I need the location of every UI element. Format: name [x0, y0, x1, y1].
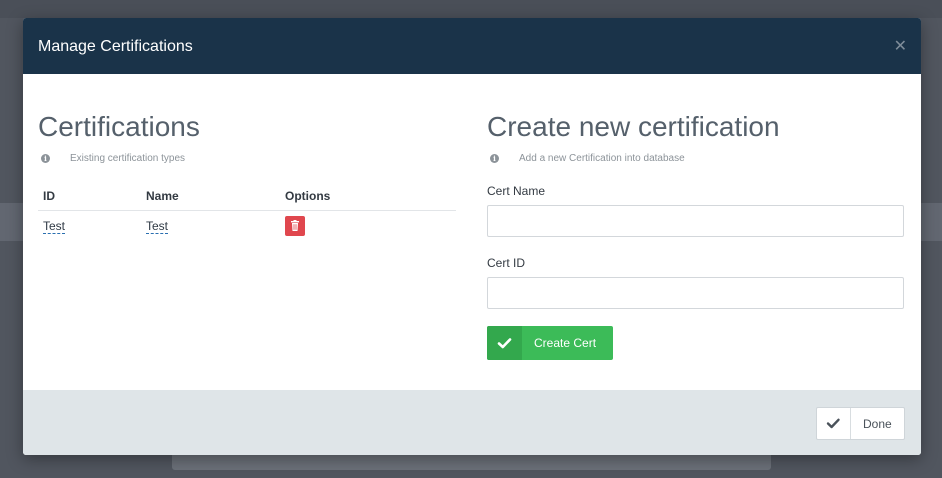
create-subtitle: Add a new Certification into database: [519, 153, 685, 164]
manage-certifications-modal: Manage Certifications ✕ Certifications i…: [23, 18, 921, 455]
trash-icon: [291, 220, 299, 231]
backdrop-panel: [172, 455, 771, 470]
check-icon: [826, 418, 840, 429]
done-label: Done: [863, 417, 892, 431]
create-certification-title: Create new certification: [487, 111, 780, 142]
cert-id-editable[interactable]: Test: [43, 219, 66, 234]
backdrop: [0, 0, 942, 18]
cert-id-input[interactable]: [487, 277, 904, 309]
check-icon: [497, 338, 512, 349]
cert-name-input[interactable]: [487, 205, 904, 237]
certifications-subtitle: Existing certification types: [70, 153, 186, 164]
backdrop-row-right: [921, 203, 942, 241]
certifications-panel: Certifications i Existing certification …: [38, 74, 456, 390]
modal-body: Certifications i Existing certification …: [23, 74, 921, 390]
modal-title: Manage Certifications: [38, 38, 193, 55]
done-icon-box: [817, 408, 851, 439]
create-cert-label: Create Cert: [534, 336, 597, 350]
create-certification-panel: Create new certification i Add a new Cer…: [487, 74, 906, 390]
create-cert-icon-box: [487, 326, 522, 360]
column-header-id: ID: [43, 189, 55, 203]
delete-cert-button[interactable]: [285, 216, 305, 236]
info-icon: i: [490, 154, 499, 163]
column-header-name: Name: [146, 189, 179, 203]
cert-name-label: Cert Name: [487, 184, 546, 198]
create-cert-button[interactable]: Create Cert: [487, 326, 613, 360]
table-row: Test Test: [38, 211, 456, 243]
info-icon: i: [41, 154, 50, 163]
close-icon[interactable]: ✕: [894, 37, 907, 57]
done-button[interactable]: Done: [816, 407, 905, 440]
modal-footer: Done: [23, 390, 921, 455]
cert-name-editable[interactable]: Test: [146, 219, 169, 234]
column-header-options: Options: [285, 189, 331, 203]
table-header: ID Name Options: [38, 183, 456, 211]
cert-id-label: Cert ID: [487, 256, 526, 270]
modal-header: Manage Certifications ✕: [23, 18, 921, 74]
certifications-title: Certifications: [38, 111, 200, 142]
backdrop-row-left: [0, 203, 23, 241]
